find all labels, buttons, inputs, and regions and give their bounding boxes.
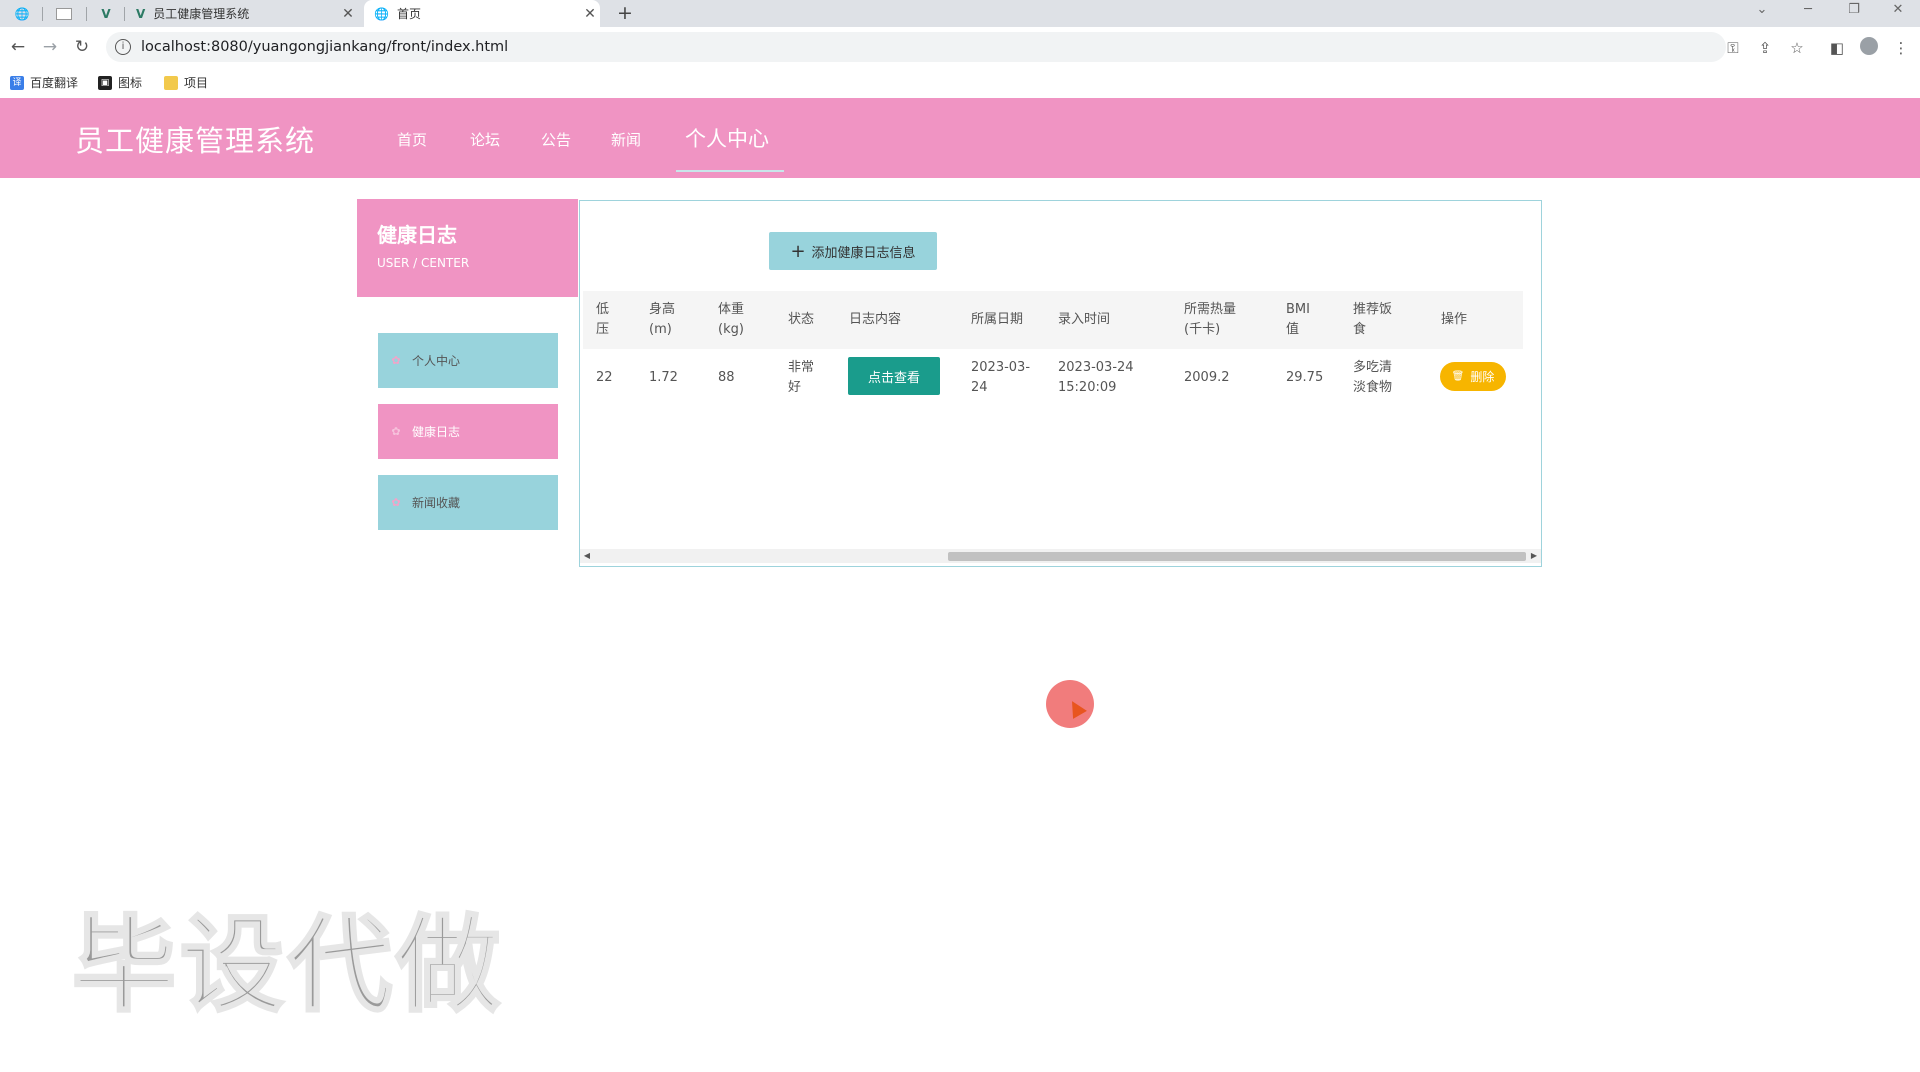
tab-home[interactable]: 🌐 首页 ✕: [364, 0, 600, 27]
globe-icon: 🌐: [14, 6, 30, 21]
view-content-button[interactable]: 点击查看: [848, 357, 940, 395]
nav-news[interactable]: 新闻: [611, 129, 641, 150]
bookmark-translate[interactable]: 译 百度翻译: [10, 74, 78, 91]
site-header: 员工健康管理系统 首页 论坛 公告 新闻 个人中心: [0, 98, 1920, 178]
tab-vue[interactable]: V: [88, 0, 124, 27]
vue-icon: V: [101, 6, 111, 21]
bookmark-icons[interactable]: ▣ 图标: [98, 74, 142, 91]
cell-height: 1.72: [649, 370, 678, 385]
add-health-log-button[interactable]: + 添加健康日志信息: [769, 232, 937, 270]
sidebar-item-label: 个人中心: [412, 354, 461, 368]
new-tab-button[interactable]: +: [614, 0, 636, 27]
key-icon[interactable]: ⚿: [1722, 37, 1744, 59]
bookmarks-bar: 译 百度翻译 ▣ 图标 项目: [0, 68, 1920, 98]
cell-low-pressure: 22: [596, 370, 613, 385]
tab-search-icon[interactable]: ⌄: [1740, 0, 1784, 22]
cell-weight: 88: [718, 370, 735, 385]
tab-blank[interactable]: [46, 0, 82, 27]
scrollbar-thumb[interactable]: [948, 552, 1526, 561]
menu-icon[interactable]: ⋮: [1890, 37, 1912, 59]
nav-forum[interactable]: 论坛: [470, 129, 500, 150]
col-bmi: BMI 值: [1286, 302, 1310, 337]
cell-calories: 2009.2: [1184, 370, 1230, 385]
flower-icon: ✿: [391, 424, 401, 438]
vue-icon: V: [136, 6, 146, 21]
watermark-text: 毕设代做: [70, 903, 505, 1028]
delete-label: 删除: [1470, 370, 1495, 384]
scroll-left-icon[interactable]: ◀: [580, 549, 594, 563]
trash-icon: 🗑: [1451, 371, 1465, 382]
address-bar: ← → ↻ i localhost:8080/yuangongjiankang/…: [0, 27, 1920, 68]
back-icon[interactable]: ←: [6, 35, 30, 59]
sidebar-header: 健康日志 USER / CENTER: [357, 199, 578, 297]
cell-bmi: 29.75: [1286, 370, 1324, 385]
cell-status: 非常 好: [788, 360, 815, 395]
blank-page-icon: [56, 7, 72, 20]
restore-icon[interactable]: ❐: [1832, 0, 1876, 22]
col-actions: 操作: [1441, 312, 1468, 327]
forward-icon[interactable]: →: [38, 35, 62, 59]
url-text: localhost:8080/yuangongjiankang/front/in…: [141, 39, 509, 55]
close-icon[interactable]: ✕: [580, 6, 600, 22]
reload-icon[interactable]: ↻: [70, 35, 94, 59]
sidebar-subtitle: USER / CENTER: [377, 256, 470, 270]
table-header: 低 压 身高 (m) 体重 (kg) 状态 日志内容 所属日期 录入时间 所需热…: [583, 291, 1523, 349]
star-icon[interactable]: ☆: [1786, 37, 1808, 59]
cell-food: 多吃清 淡食物: [1353, 360, 1393, 395]
tab-title: 首页: [396, 7, 421, 21]
col-height: 身高 (m): [649, 302, 676, 337]
nav-home[interactable]: 首页: [397, 129, 427, 150]
plus-icon: +: [790, 240, 806, 262]
close-icon[interactable]: ✕: [338, 6, 358, 22]
nav-active-underline: [676, 170, 784, 172]
nav-notice[interactable]: 公告: [541, 129, 571, 150]
bookmark-project[interactable]: 项目: [164, 74, 208, 91]
bookmark-label: 图标: [118, 76, 143, 90]
scroll-right-icon[interactable]: ▶: [1527, 549, 1541, 563]
sidebar-item-news-favorites[interactable]: ✿ 新闻收藏: [378, 475, 558, 530]
col-date: 所属日期: [971, 312, 1024, 327]
health-log-panel: + 添加健康日志信息 低 压 身高 (m) 体重 (kg) 状态 日志内容 所属…: [579, 200, 1542, 567]
col-status: 状态: [788, 312, 815, 327]
sidebar-item-label: 健康日志: [412, 425, 461, 439]
sidebar-item-user-center[interactable]: ✿ 个人中心: [378, 333, 558, 388]
tab-title: 员工健康管理系统: [153, 7, 250, 21]
browser-tabstrip: 🌐 V V 员工健康管理系统 ✕ 🌐 首页 ✕ + ⌄ ─ ❐ ✕: [0, 0, 1920, 27]
bookmark-label: 项目: [184, 76, 209, 90]
sidebar-item-health-log[interactable]: ✿ 健康日志: [378, 404, 558, 459]
col-entry-time: 录入时间: [1058, 312, 1111, 327]
tab-globe[interactable]: 🌐: [4, 0, 40, 27]
sidebar-item-label: 新闻收藏: [412, 496, 461, 510]
bookmark-label: 百度翻译: [30, 76, 79, 90]
col-food: 推荐饭 食: [1353, 302, 1393, 337]
delete-button[interactable]: 🗑 删除: [1440, 362, 1506, 391]
col-weight: 体重 (kg): [718, 302, 745, 337]
horizontal-scrollbar[interactable]: ◀ ▶: [580, 549, 1541, 563]
side-panel-icon[interactable]: ◧: [1826, 37, 1848, 59]
flower-icon: ✿: [391, 495, 401, 509]
col-content: 日志内容: [849, 312, 902, 327]
translate-icon: 译: [10, 75, 24, 90]
globe-icon: 🌐: [374, 6, 389, 21]
table-row: 22 1.72 88 非常 好 点击查看 2023-03- 24 2023-03…: [583, 349, 1523, 407]
add-button-label: 添加健康日志信息: [811, 245, 916, 261]
flower-icon: ✿: [391, 353, 401, 367]
share-icon[interactable]: ⇪: [1754, 37, 1776, 59]
image-icon: ▣: [98, 75, 112, 90]
nav-user-center[interactable]: 个人中心: [685, 123, 769, 153]
profile-icon[interactable]: [1858, 37, 1880, 59]
site-title: 员工健康管理系统: [75, 124, 316, 158]
col-low-pressure: 低 压: [596, 302, 610, 337]
cell-entry-time: 2023-03-24 15:20:09: [1058, 360, 1134, 395]
folder-icon: [164, 75, 178, 90]
url-field[interactable]: i localhost:8080/yuangongjiankang/front/…: [106, 32, 1726, 62]
tab-system[interactable]: V 员工健康管理系统 ✕: [130, 0, 358, 27]
col-calories: 所需热量 (千卡): [1184, 302, 1237, 337]
info-icon[interactable]: i: [115, 39, 131, 55]
cell-date: 2023-03- 24: [971, 360, 1031, 395]
sidebar-title: 健康日志: [377, 223, 457, 247]
window-close-icon[interactable]: ✕: [1876, 0, 1920, 22]
minimize-icon[interactable]: ─: [1786, 0, 1830, 22]
